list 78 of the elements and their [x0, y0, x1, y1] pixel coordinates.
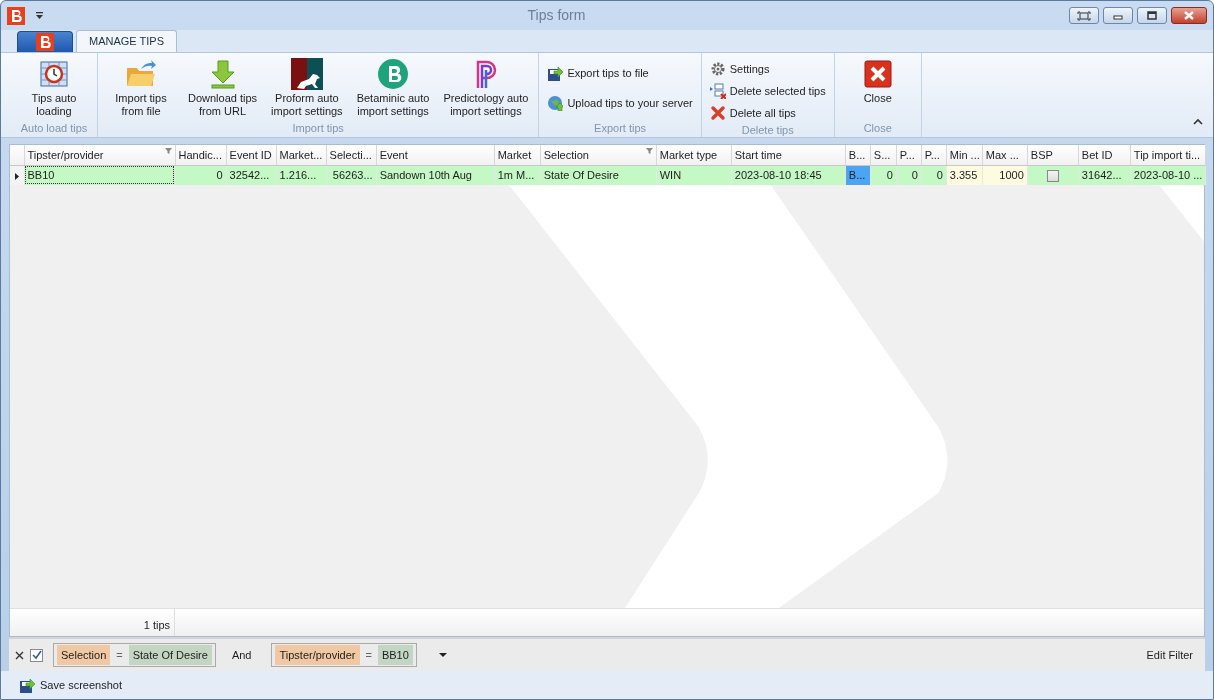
- ribbon-button[interactable]: Upload tips to your server: [543, 88, 697, 118]
- ribbon-button[interactable]: Proform auto import settings: [265, 56, 349, 122]
- ribbon-tab[interactable]: MANAGE TIPS: [76, 30, 177, 52]
- save-screenshot-button[interactable]: Save screenshot: [13, 675, 128, 695]
- column-header[interactable]: Selection: [540, 145, 657, 165]
- checkbox[interactable]: [1046, 170, 1059, 183]
- group-caption: Close: [862, 122, 893, 136]
- filter-menu-button[interactable]: [438, 652, 447, 658]
- filter-operator[interactable]: =: [114, 646, 125, 664]
- calendar-clock-icon: [38, 58, 70, 90]
- delete-cross-icon: [709, 105, 726, 121]
- column-header[interactable]: Start time: [731, 145, 846, 165]
- column-header[interactable]: P...: [896, 145, 922, 165]
- window-fullscreen-button[interactable]: [1069, 7, 1099, 24]
- window-maximize-button[interactable]: [1137, 7, 1167, 24]
- ribbon-button[interactable]: Delete all tips: [705, 102, 830, 124]
- ribbon-button[interactable]: Settings: [705, 58, 830, 80]
- fullscreen-icon: [1077, 10, 1091, 21]
- app-menu-button[interactable]: [17, 31, 73, 52]
- group-caption: Import tips: [291, 122, 345, 136]
- filter-value[interactable]: State Of Desire: [128, 644, 212, 666]
- column-header[interactable]: Event ID: [226, 145, 277, 165]
- ribbon-button[interactable]: Delete selected tips: [705, 80, 830, 102]
- filter-enabled-checkbox[interactable]: [30, 648, 43, 662]
- edit-filter-link[interactable]: Edit Filter: [1140, 645, 1199, 665]
- filter-value[interactable]: BB10: [377, 644, 413, 666]
- column-header[interactable]: Max ...: [982, 145, 1028, 165]
- column-header[interactable]: Min ...: [946, 145, 983, 165]
- clear-filter-button[interactable]: [15, 650, 24, 660]
- window-title: Tips form: [526, 6, 587, 25]
- column-header[interactable]: Tip import ti...: [1130, 145, 1206, 165]
- column-header[interactable]: P...: [921, 145, 947, 165]
- column-header[interactable]: S...: [870, 145, 897, 165]
- checkmark-icon: [31, 650, 42, 660]
- chevron-up-icon: [1193, 118, 1203, 126]
- group-caption: Export tips: [593, 122, 648, 136]
- column-header[interactable]: Bet ID: [1078, 145, 1131, 165]
- column-header[interactable]: Selecti...: [326, 145, 377, 165]
- filter-operator[interactable]: =: [363, 646, 374, 664]
- ribbon-button[interactable]: Close: [838, 56, 917, 122]
- filter-field[interactable]: Selection: [57, 644, 111, 666]
- dropdown-icon: [438, 652, 447, 658]
- row-pointer-icon: [14, 172, 19, 180]
- column-header[interactable]: Market type: [656, 145, 732, 165]
- b-circle-icon: [377, 58, 409, 90]
- column-header[interactable]: Market: [494, 145, 541, 165]
- floppy-arrow-icon: [19, 677, 35, 693]
- filter-condition[interactable]: Tipster/provider = BB10: [271, 643, 417, 667]
- column-header[interactable]: B...: [845, 145, 871, 165]
- ribbon-button[interactable]: Tips auto loading: [15, 56, 93, 122]
- window-close-button[interactable]: [1171, 7, 1207, 24]
- close-icon: [1182, 10, 1196, 21]
- ribbon-button[interactable]: Download tips from URL: [182, 56, 264, 122]
- group-caption: Delete tips: [740, 124, 795, 137]
- summary-count: 1 tips: [10, 609, 175, 636]
- filter-field[interactable]: Tipster/provider: [275, 644, 360, 666]
- ribbon-button[interactable]: Predictology auto import settings: [437, 56, 535, 122]
- filter-conjunction: And: [230, 647, 253, 663]
- app-logo-icon: [36, 33, 54, 51]
- app-logo-icon: [7, 6, 25, 25]
- column-header[interactable]: Handic...: [175, 145, 227, 165]
- column-header[interactable]: Event: [376, 145, 495, 165]
- list-delete-icon: [709, 83, 726, 99]
- ribbon-button[interactable]: Betaminic auto import settings: [350, 56, 436, 122]
- filter-condition[interactable]: Selection = State Of Desire: [53, 643, 216, 667]
- floppy-arrow-icon: [547, 65, 564, 81]
- gear-icon: [709, 61, 726, 77]
- column-header[interactable]: BSP: [1027, 145, 1079, 165]
- header-corner: [10, 145, 24, 165]
- ribbon-button[interactable]: Import tips from file: [102, 56, 180, 122]
- maximize-icon: [1145, 10, 1159, 21]
- close-icon: [861, 58, 894, 90]
- close-icon: [15, 650, 24, 660]
- column-header[interactable]: Market...: [276, 145, 327, 165]
- column-header[interactable]: Tipster/provider: [24, 145, 176, 165]
- ribbon-button[interactable]: Export tips to file: [543, 58, 697, 88]
- group-caption: Auto load tips: [19, 122, 89, 136]
- dropdown-icon[interactable]: [35, 11, 44, 20]
